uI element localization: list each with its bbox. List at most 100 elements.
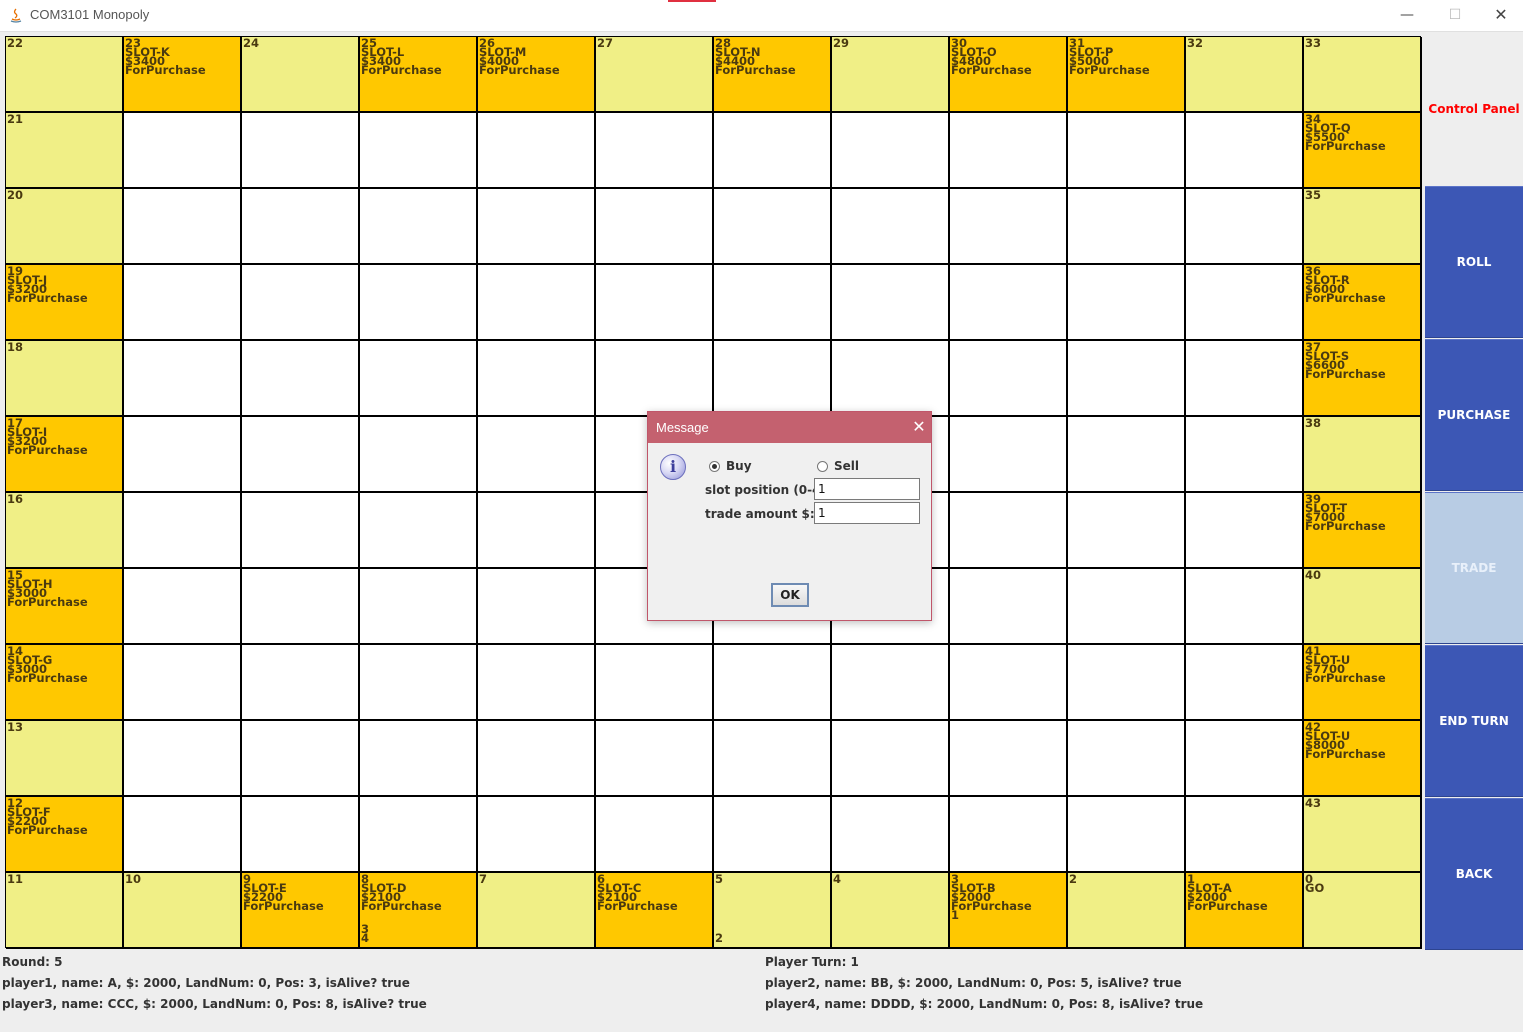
- board-slot-41: 41 SLOT-U $7700 ForPurchase: [1304, 645, 1422, 721]
- purchase-button[interactable]: PURCHASE: [1425, 339, 1523, 491]
- player-markers: 34: [361, 923, 369, 944]
- slot-detail: ForPurchase: [7, 823, 88, 837]
- board-empty-cell: [832, 189, 950, 265]
- buy-radio-circle[interactable]: [709, 460, 720, 472]
- board-empty-cell: [478, 569, 596, 645]
- player-markers: 2: [715, 932, 723, 944]
- board-empty-cell: [360, 265, 478, 341]
- ok-button[interactable]: OK: [771, 583, 809, 607]
- player-turn-label: Player Turn: 1: [765, 955, 859, 969]
- roll-button[interactable]: ROLL: [1425, 186, 1523, 338]
- slot-detail: ForPurchase: [243, 899, 324, 913]
- board-empty-cell: [950, 265, 1068, 341]
- board-slot-29: 29: [832, 37, 950, 113]
- board-empty-cell: [596, 113, 714, 189]
- slot-number: 27: [597, 37, 614, 50]
- board-empty-cell: [242, 189, 360, 265]
- window-titlebar: COM3101 Monopoly — ☐ ✕: [0, 0, 1523, 32]
- board-empty-cell: [832, 721, 950, 797]
- window-title: COM3101 Monopoly: [30, 7, 150, 22]
- slot-number: 16: [7, 493, 24, 506]
- slot-number: 29: [833, 37, 850, 50]
- dialog-close-icon[interactable]: ✕: [906, 412, 932, 443]
- slot-detail: ForPurchase: [361, 899, 442, 913]
- board-empty-cell: [242, 645, 360, 721]
- board-empty-cell: [950, 113, 1068, 189]
- board-slot-9: 9 SLOT-E $2200 ForPurchase: [242, 873, 360, 949]
- board-empty-cell: [1068, 265, 1186, 341]
- board-empty-cell: [124, 417, 242, 493]
- board-empty-cell: [714, 341, 832, 417]
- board-empty-cell: [950, 797, 1068, 873]
- board-empty-cell: [1186, 721, 1304, 797]
- sell-radio[interactable]: Sell: [817, 459, 859, 473]
- trade-button[interactable]: TRADE: [1425, 492, 1523, 644]
- board-empty-cell: [242, 265, 360, 341]
- board-empty-cell: [950, 341, 1068, 417]
- board-slot-37: 37 SLOT-S $6600 ForPurchase: [1304, 341, 1422, 417]
- slot-detail: ForPurchase: [361, 63, 442, 77]
- board-slot-13: 13: [6, 721, 124, 797]
- slot-detail: ForPurchase: [1305, 291, 1386, 305]
- board-slot-6: 6 SLOT-C $2100 ForPurchase: [596, 873, 714, 949]
- board-empty-cell: [1068, 113, 1186, 189]
- board-slot-15: 15 SLOT-H $3000 ForPurchase: [6, 569, 124, 645]
- board-empty-cell: [360, 645, 478, 721]
- board-slot-30: 30 SLOT-O $4800 ForPurchase: [950, 37, 1068, 113]
- board-empty-cell: [1186, 797, 1304, 873]
- board-empty-cell: [1186, 341, 1304, 417]
- board-empty-cell: [478, 797, 596, 873]
- board-slot-16: 16: [6, 493, 124, 569]
- board-empty-cell: [596, 645, 714, 721]
- end-turn-button[interactable]: END TURN: [1425, 645, 1523, 797]
- slot-number: 24: [243, 37, 260, 50]
- board-empty-cell: [360, 493, 478, 569]
- board-empty-cell: [124, 113, 242, 189]
- dialog-title: Message: [648, 412, 931, 443]
- board-slot-0: 0 GO: [1304, 873, 1422, 949]
- board-empty-cell: [832, 113, 950, 189]
- board-slot-21: 21: [6, 113, 124, 189]
- trade-amount-input[interactable]: 1: [814, 502, 920, 524]
- board-slot-3: 3 SLOT-B $2000 ForPurchase 1: [950, 873, 1068, 949]
- board-slot-24: 24: [242, 37, 360, 113]
- slot-number: 13: [7, 721, 24, 734]
- slot-detail: ForPurchase: [1305, 139, 1386, 153]
- slot-position-input[interactable]: 1: [814, 478, 920, 500]
- board-empty-cell: [714, 189, 832, 265]
- minimize-button[interactable]: —: [1384, 0, 1430, 31]
- board-slot-39: 39 SLOT-T $7000 ForPurchase: [1304, 493, 1422, 569]
- buy-radio[interactable]: Buy: [709, 459, 752, 473]
- board-slot-32: 32: [1186, 37, 1304, 113]
- board-slot-23: 23 SLOT-K $3400 ForPurchase: [124, 37, 242, 113]
- player3-status: player3, name: CCC, $: 2000, LandNum: 0,…: [2, 997, 427, 1011]
- maximize-button[interactable]: ☐: [1432, 0, 1478, 31]
- board-empty-cell: [596, 189, 714, 265]
- board-empty-cell: [360, 189, 478, 265]
- titlebar-accent: [668, 0, 716, 2]
- board-empty-cell: [124, 569, 242, 645]
- java-app-icon: [10, 8, 22, 23]
- slot-number: 4: [833, 873, 842, 886]
- slot-number: 21: [7, 113, 24, 126]
- board-empty-cell: [478, 341, 596, 417]
- board-empty-cell: [714, 721, 832, 797]
- board-slot-2: 2: [1068, 873, 1186, 949]
- close-button[interactable]: ✕: [1478, 0, 1523, 31]
- slot-detail: ForPurchase: [597, 899, 678, 913]
- back-button[interactable]: BACK: [1425, 798, 1523, 950]
- slot-number: 11: [7, 873, 24, 886]
- board-slot-28: 28 SLOT-N $4400 ForPurchase: [714, 37, 832, 113]
- board-slot-14: 14 SLOT-G $3000 ForPurchase: [6, 645, 124, 721]
- board-empty-cell: [950, 189, 1068, 265]
- board-empty-cell: [832, 341, 950, 417]
- board-slot-25: 25 SLOT-L $3400 ForPurchase: [360, 37, 478, 113]
- board-empty-cell: [1186, 493, 1304, 569]
- sell-radio-circle[interactable]: [817, 460, 828, 472]
- board-empty-cell: [360, 113, 478, 189]
- slot-detail: ForPurchase: [479, 63, 560, 77]
- board-empty-cell: [478, 113, 596, 189]
- board-empty-cell: [832, 645, 950, 721]
- slot-detail: ForPurchase: [7, 291, 88, 305]
- board-empty-cell: [478, 417, 596, 493]
